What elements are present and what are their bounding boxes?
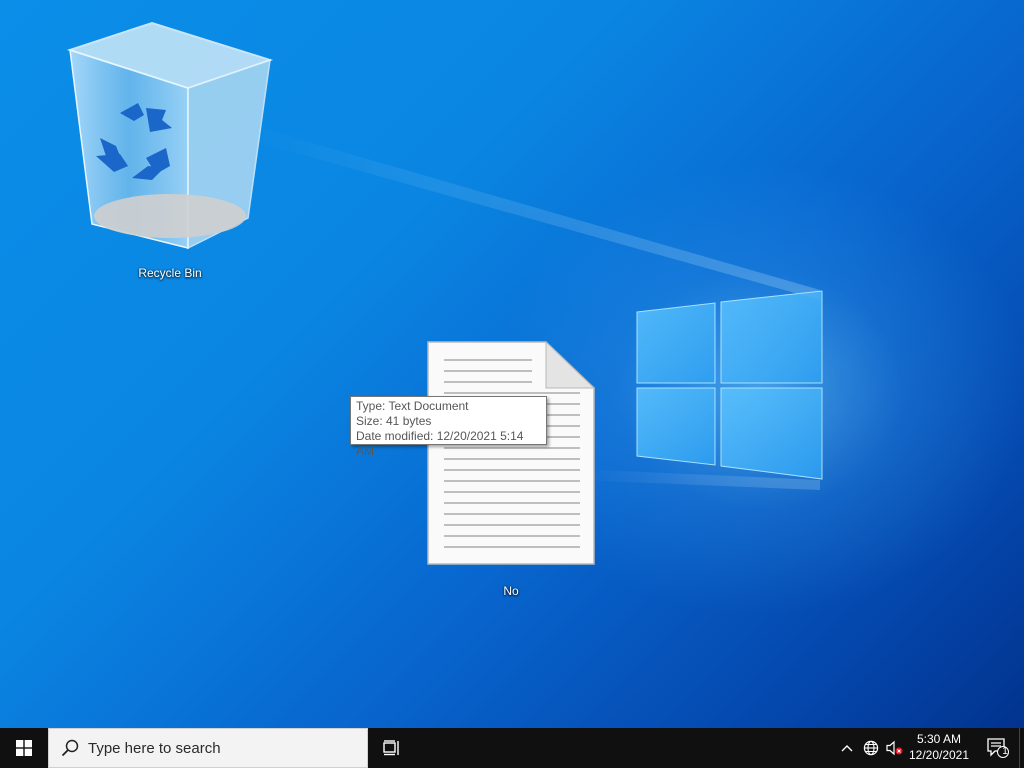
chevron-up-icon — [841, 745, 853, 752]
windows-logo-icon — [16, 740, 32, 756]
task-view-button[interactable] — [376, 728, 408, 768]
notification-count: 1 — [1002, 746, 1008, 757]
search-placeholder: Type here to search — [88, 740, 221, 757]
recycle-bin-icon — [66, 21, 274, 250]
action-center-button[interactable]: 1 — [978, 728, 1018, 768]
file-info-tooltip: Type: Text Document Size: 41 bytes Date … — [350, 396, 547, 458]
volume-muted-icon — [886, 740, 903, 756]
no-file-label: No — [503, 584, 519, 598]
taskbar-clock[interactable]: 5:30 AM 12/20/2021 — [906, 731, 972, 765]
show-desktop-button[interactable] — [1019, 728, 1024, 768]
tooltip-size-line: Size: 41 bytes — [356, 414, 432, 428]
clock-time: 5:30 AM — [916, 732, 962, 746]
search-icon — [61, 739, 79, 757]
recycle-bin-label: Recycle Bin — [138, 266, 202, 280]
volume-button[interactable] — [884, 728, 906, 768]
tooltip-modified-line: Date modified: 12/20/2021 5:14 AM — [356, 429, 524, 458]
start-button[interactable] — [0, 728, 48, 768]
taskbar: Type here to search 5:30 AM 12/20/2021 1 — [0, 728, 1024, 768]
clock-date: 12/20/2021 — [908, 748, 970, 762]
desktop[interactable]: Recycle Bin No Type: Text Document Size:… — [0, 0, 1024, 728]
taskbar-search-box[interactable]: Type here to search — [48, 728, 368, 768]
desktop-icon-no-file[interactable]: No — [420, 338, 602, 600]
tooltip-type-line: Type: Text Document — [356, 399, 469, 413]
network-button[interactable] — [860, 728, 882, 768]
desktop-icon-recycle-bin[interactable]: Recycle Bin — [60, 18, 280, 286]
show-hidden-icons-button[interactable] — [838, 728, 856, 768]
task-view-icon — [383, 740, 399, 756]
network-globe-icon — [863, 740, 879, 756]
